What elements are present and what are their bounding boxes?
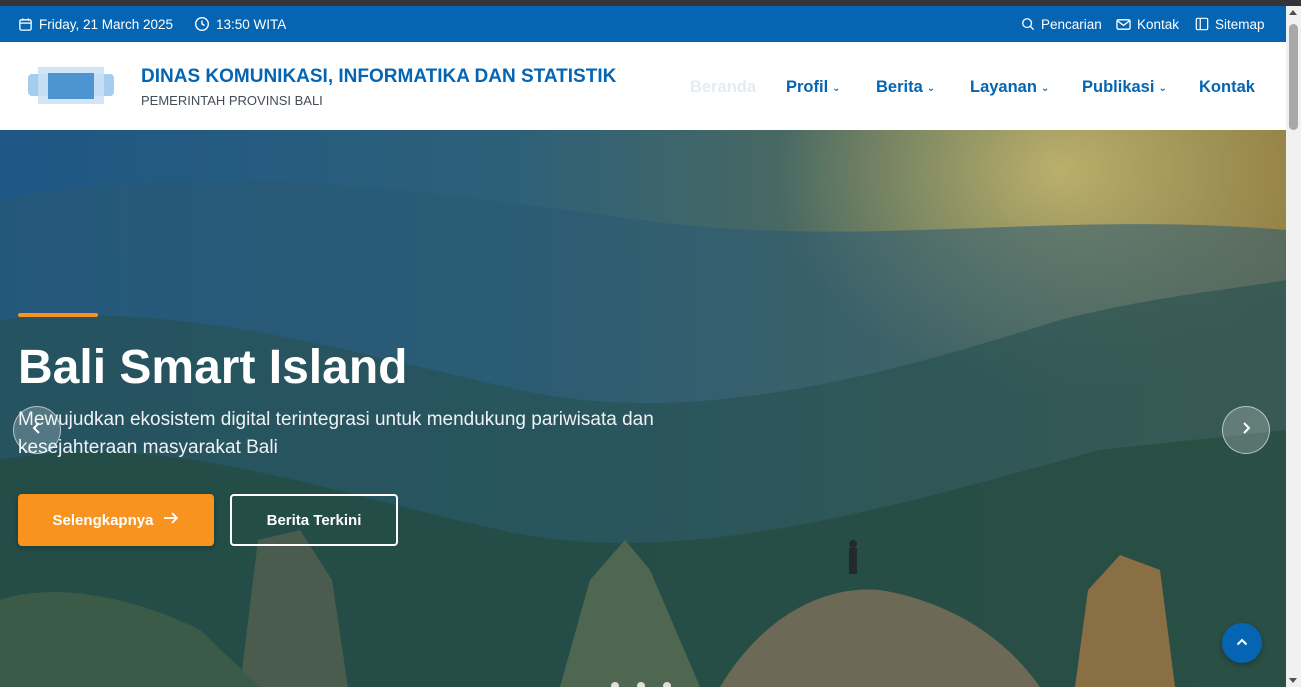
nav-item-profile[interactable]: Profil ⌄ bbox=[786, 76, 841, 98]
slider-prev-button[interactable] bbox=[13, 406, 61, 454]
nav-item-publications[interactable]: Publikasi ⌄ bbox=[1082, 76, 1167, 98]
site-title[interactable]: DINAS KOMUNIKASI, INFORMATIKA DAN STATIS… bbox=[141, 66, 616, 88]
arrow-up-icon bbox=[1236, 634, 1248, 652]
site-header: DINAS KOMUNIKASI, INFORMATIKA DAN STATIS… bbox=[0, 42, 1286, 130]
sitemap-link[interactable]: Sitemap bbox=[1195, 6, 1265, 42]
chevron-left-icon bbox=[32, 421, 42, 440]
nav-home-label: Beranda bbox=[690, 77, 757, 96]
slider-dots bbox=[611, 682, 671, 687]
arrow-right-icon bbox=[163, 511, 179, 529]
read-more-label: Selengkapnya bbox=[52, 511, 154, 529]
date-text: Friday, 21 March 2025 bbox=[39, 16, 174, 32]
nav-item-home[interactable]: Beranda bbox=[690, 76, 756, 98]
latest-news-button[interactable]: Berita Terkini bbox=[230, 494, 398, 546]
contact-link-label: Kontak bbox=[1137, 16, 1180, 32]
calendar-icon bbox=[18, 17, 33, 32]
scroll-up-icon[interactable] bbox=[1289, 10, 1297, 15]
page-scrollbar[interactable] bbox=[1286, 6, 1301, 687]
nav-news-label: Berita bbox=[876, 77, 923, 96]
top-info-bar: Friday, 21 March 2025 13:50 WITA Pencari… bbox=[0, 6, 1286, 42]
search-link-label: Pencarian bbox=[1041, 16, 1102, 32]
chevron-right-icon bbox=[1241, 421, 1251, 440]
chevron-down-icon: ⌄ bbox=[832, 82, 841, 94]
sitemap-icon bbox=[1195, 17, 1209, 31]
slider-dot[interactable] bbox=[637, 682, 645, 687]
date-display: Friday, 21 March 2025 bbox=[18, 6, 173, 42]
nav-item-contact[interactable]: Kontak bbox=[1199, 76, 1255, 98]
site-logo[interactable] bbox=[28, 64, 116, 108]
hero-title: Bali Smart Island bbox=[18, 341, 408, 394]
site-subtitle: PEMERINTAH PROVINSI BALI bbox=[141, 93, 323, 108]
chevron-down-icon: ⌄ bbox=[926, 82, 936, 94]
sitemap-link-label: Sitemap bbox=[1215, 16, 1265, 32]
back-to-top-button[interactable] bbox=[1222, 623, 1262, 663]
chevron-down-icon: ⌄ bbox=[1040, 82, 1050, 94]
scrollbar-thumb[interactable] bbox=[1289, 24, 1298, 130]
hero-slider: Bali Smart Island Mewujudkan ekosistem d… bbox=[0, 130, 1286, 687]
search-icon bbox=[1021, 17, 1035, 31]
nav-item-services[interactable]: Layanan ⌄ bbox=[970, 76, 1049, 98]
slider-next-button[interactable] bbox=[1222, 406, 1270, 454]
time-text: 13:50 WITA bbox=[216, 16, 287, 32]
scroll-down-icon[interactable] bbox=[1289, 678, 1297, 683]
latest-news-label: Berita Terkini bbox=[266, 511, 362, 529]
read-more-button[interactable]: Selengkapnya bbox=[18, 494, 214, 546]
nav-contact-label: Kontak bbox=[1199, 77, 1255, 96]
nav-services-label: Layanan bbox=[970, 77, 1037, 96]
search-link[interactable]: Pencarian bbox=[1021, 6, 1102, 42]
nav-item-news[interactable]: Berita ⌄ bbox=[876, 76, 935, 98]
hero-accent-line bbox=[18, 313, 98, 317]
nav-publications-label: Publikasi bbox=[1082, 77, 1155, 96]
time-display: 13:50 WITA bbox=[194, 6, 286, 42]
chevron-down-icon: ⌄ bbox=[1158, 82, 1167, 94]
clock-icon bbox=[194, 16, 210, 32]
hero-description: Mewujudkan ekosistem digital terintegras… bbox=[18, 409, 654, 458]
slider-dot[interactable] bbox=[611, 682, 619, 687]
contact-link[interactable]: Kontak bbox=[1116, 6, 1179, 42]
mail-icon bbox=[1116, 18, 1131, 31]
slider-dot[interactable] bbox=[663, 682, 671, 687]
nav-profile-label: Profil bbox=[786, 77, 829, 96]
